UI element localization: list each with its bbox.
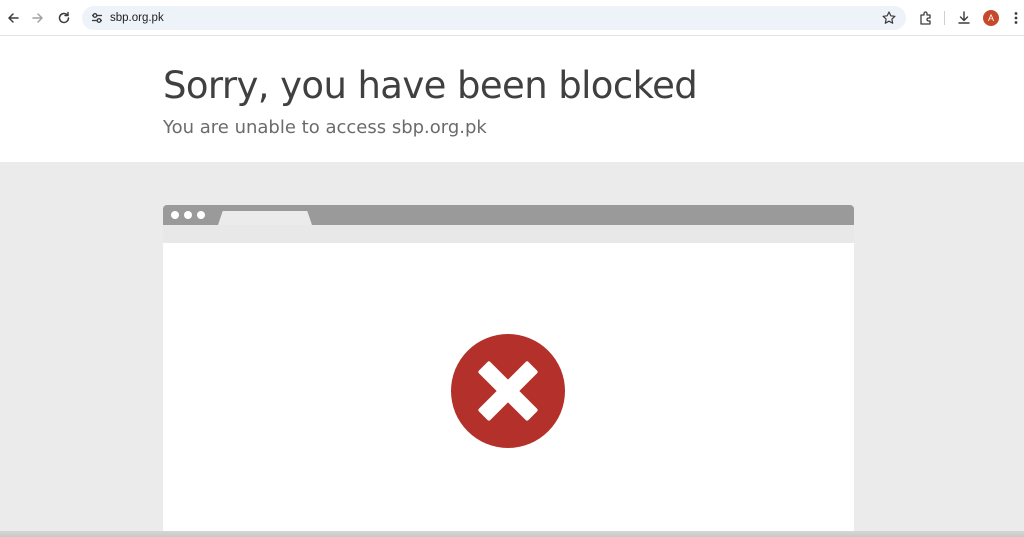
reload-icon[interactable] bbox=[53, 7, 75, 29]
back-arrow-icon[interactable] bbox=[2, 7, 24, 29]
kebab-menu-icon[interactable] bbox=[1005, 7, 1024, 29]
url-text[interactable]: sbp.org.pk bbox=[110, 11, 164, 25]
window-dot-icon bbox=[197, 211, 205, 219]
puzzle-icon[interactable] bbox=[915, 7, 937, 29]
page-bottom-edge bbox=[0, 531, 1024, 537]
browser-illustration-body bbox=[163, 243, 854, 537]
block-page-header: Sorry, you have been blocked You are una… bbox=[0, 36, 1024, 162]
forward-arrow-icon[interactable] bbox=[27, 7, 49, 29]
page-subtitle: You are unable to access sbp.org.pk bbox=[163, 117, 487, 138]
avatar[interactable]: A bbox=[983, 10, 999, 26]
star-icon[interactable] bbox=[881, 10, 897, 26]
error-x-circle-icon bbox=[451, 334, 565, 448]
download-icon[interactable] bbox=[953, 7, 975, 29]
illustration-area bbox=[0, 162, 1024, 537]
browser-illustration-titlebar bbox=[163, 205, 854, 225]
window-dot-icon bbox=[171, 211, 179, 219]
browser-toolbar: sbp.org.pk A bbox=[0, 0, 1024, 36]
window-dot-icon bbox=[184, 211, 192, 219]
address-bar[interactable]: sbp.org.pk bbox=[82, 6, 906, 30]
browser-illustration-toolbar bbox=[163, 225, 854, 243]
page-title: Sorry, you have been blocked bbox=[163, 64, 698, 107]
browser-illustration-tab bbox=[218, 211, 312, 225]
toolbar-divider bbox=[944, 11, 945, 25]
tune-icon[interactable] bbox=[90, 11, 104, 25]
